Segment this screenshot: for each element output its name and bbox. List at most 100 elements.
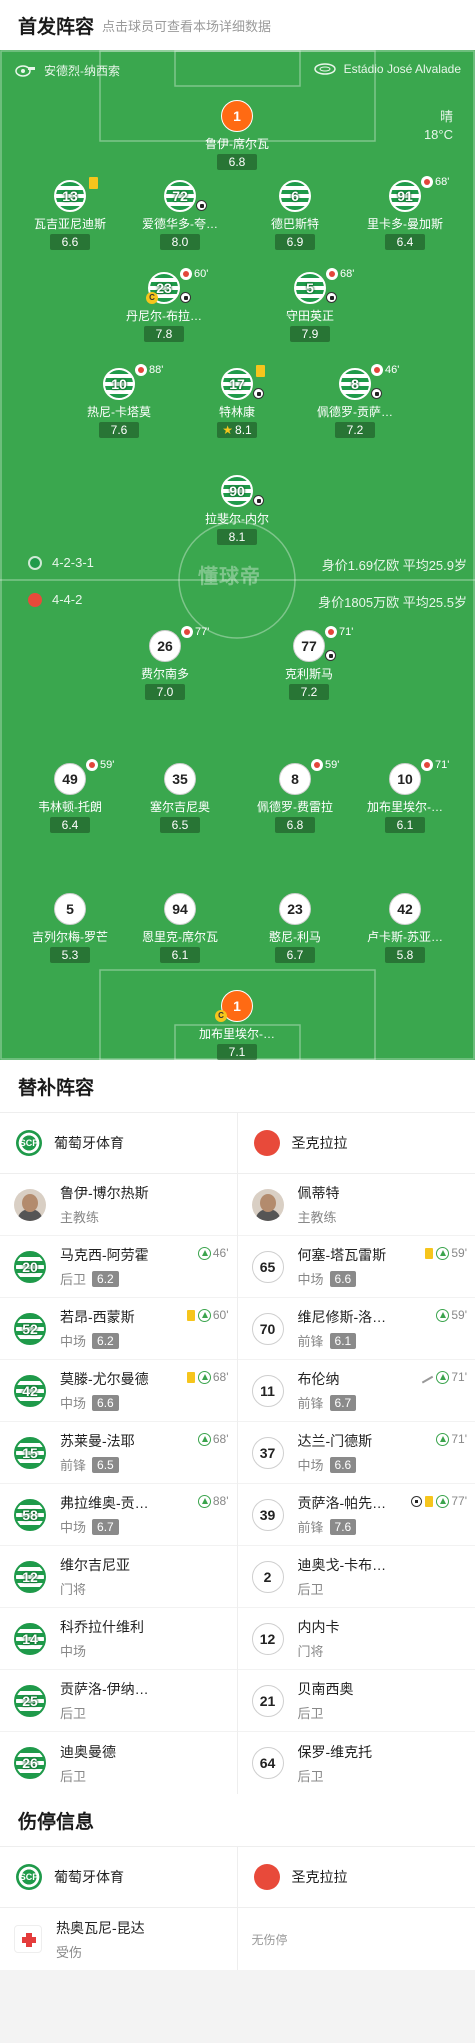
away-team-value: 身价1805万欧 平均25.5岁 bbox=[318, 595, 467, 610]
coach-role: 主教练 bbox=[60, 1210, 100, 1225]
sub-row[interactable]: 11 布伦纳 前锋 6.7 71' bbox=[237, 1360, 475, 1422]
rating-value: 8.1 bbox=[235, 423, 252, 437]
away-player[interactable]: 35 塞尔吉尼奥 6.5 bbox=[120, 763, 240, 834]
away-team-header[interactable]: 圣克拉拉 bbox=[238, 1847, 475, 1907]
player-rating: 5.8 bbox=[385, 947, 425, 963]
away-player[interactable]: 94 恩里克-席尔瓦 6.1 bbox=[120, 893, 240, 964]
away-player[interactable]: 8 59' 佩德罗-费雷拉 6.8 bbox=[235, 759, 355, 834]
sub-row[interactable]: 58 弗拉维奥-贡… 中场 6.7 88' bbox=[0, 1484, 237, 1546]
sub-name: 保罗-维克托 bbox=[297, 1743, 373, 1760]
player-rating: ★ 8.1 bbox=[217, 422, 257, 438]
home-player[interactable]: 23 60' C 丹尼尔-布拉… 7.8 bbox=[104, 268, 224, 343]
home-coach-row[interactable]: 鲁伊-博尔热斯 主教练 bbox=[0, 1174, 237, 1236]
home-formation: 4-2-3-1 bbox=[52, 555, 94, 570]
sub-row[interactable]: 52 若昂-西蒙斯 中场 6.2 60' bbox=[0, 1298, 237, 1360]
player-rating: 7.2 bbox=[289, 684, 329, 700]
sub-event: 60' bbox=[186, 1308, 229, 1322]
away-player-gk[interactable]: 1 C 加布里埃尔-… 7.1 bbox=[177, 990, 297, 1060]
goal-ball-icon bbox=[253, 495, 264, 506]
sub-row[interactable]: 42 莫滕-尤尔曼德 中场 6.6 68' bbox=[0, 1360, 237, 1422]
sub-event: 46' bbox=[197, 1246, 229, 1260]
away-team-header[interactable]: 圣克拉拉 bbox=[238, 1113, 475, 1173]
away-player[interactable]: 42 卢卡斯-苏亚… 5.8 bbox=[345, 893, 465, 964]
home-player[interactable]: 90 拉斐尔-内尔 8.1 bbox=[177, 475, 297, 546]
away-player[interactable]: 5 吉列尔梅-罗芒 5.3 bbox=[10, 893, 130, 964]
player-name: 拉斐尔-内尔 bbox=[205, 512, 269, 526]
injury-reason: 受伤 bbox=[56, 1944, 83, 1960]
away-player[interactable]: 23 憨尼-利马 6.7 bbox=[235, 893, 355, 964]
sub-row[interactable]: 15 苏莱曼-法耶 前锋 6.5 68' bbox=[0, 1422, 237, 1484]
sub-number: 15 bbox=[14, 1436, 46, 1469]
yellow-card-icon bbox=[186, 1309, 195, 1321]
home-player[interactable]: 10 88' 热尼-卡塔莫 7.6 bbox=[59, 364, 179, 439]
home-coach-name: 安德烈-纳西索 bbox=[44, 64, 120, 78]
sub-in-icon bbox=[436, 1246, 450, 1260]
avatar bbox=[14, 1188, 46, 1221]
player-rating: 6.4 bbox=[385, 234, 425, 250]
away-player[interactable]: 77 71' 克利斯马 7.2 bbox=[249, 626, 369, 701]
santa-clara-logo-icon bbox=[253, 1130, 280, 1156]
player-number: 23 bbox=[279, 893, 311, 925]
home-injury[interactable]: 热奥瓦尼-昆达 受伤 bbox=[0, 1908, 238, 1970]
sub-position: 前锋 bbox=[297, 1334, 324, 1349]
sub-row[interactable]: 37 达兰-门德斯 中场 6.6 71' bbox=[237, 1422, 475, 1484]
sub-out-icon bbox=[180, 268, 192, 280]
subs-header: 替补阵容 bbox=[0, 1060, 475, 1112]
player-name: 热尼-卡塔莫 bbox=[87, 405, 151, 419]
sub-minute: 59' bbox=[100, 759, 115, 771]
sub-row[interactable]: 20 马克西-阿劳霍 后卫 6.2 46' bbox=[0, 1236, 237, 1298]
home-player[interactable]: 13 瓦吉亚尼迪斯 6.6 bbox=[10, 177, 130, 251]
home-player[interactable]: 17 特林康 ★ 8.1 bbox=[177, 365, 297, 439]
away-player[interactable]: 10 71' 加布里埃尔-… 6.1 bbox=[345, 759, 465, 834]
away-coach-row[interactable]: 佩蒂特 主教练 bbox=[237, 1174, 475, 1236]
away-team-name: 圣克拉拉 bbox=[291, 1135, 348, 1151]
goal-ball-icon bbox=[253, 388, 264, 399]
sub-in-icon bbox=[436, 1494, 450, 1508]
sub-position: 中场 bbox=[297, 1458, 324, 1473]
sub-row[interactable]: 12 内内卡 门将 bbox=[237, 1608, 475, 1670]
sub-row[interactable]: 2 迪奥戈-卡布… 后卫 bbox=[237, 1546, 475, 1608]
home-player[interactable]: 5 68' 守田英正 7.9 bbox=[250, 268, 370, 343]
home-player[interactable]: 6 德巴斯特 6.9 bbox=[235, 180, 355, 251]
assist-ball-icon bbox=[326, 292, 337, 303]
sub-position: 中场 bbox=[297, 1272, 324, 1287]
sub-row[interactable]: 12 维尔吉尼亚 门将 bbox=[0, 1546, 237, 1608]
away-player[interactable]: 49 59' 韦林顿-托朗 6.4 bbox=[10, 759, 130, 834]
sub-name: 达兰-门德斯 bbox=[297, 1433, 373, 1449]
player-rating: 6.1 bbox=[160, 947, 200, 963]
player-name: 丹尼尔-布拉… bbox=[126, 309, 202, 323]
player-name: 加布里埃尔-… bbox=[199, 1027, 275, 1041]
sub-number: 12 bbox=[251, 1622, 284, 1655]
sub-row[interactable]: 39 贡萨洛-帕先… 前锋 7.6 77' bbox=[237, 1484, 475, 1546]
sub-row[interactable]: 70 维尼修斯-洛… 前锋 6.1 59' bbox=[237, 1298, 475, 1360]
player-number: 8 bbox=[279, 763, 311, 795]
weather-temperature: 18°C bbox=[423, 127, 453, 142]
home-player-gk[interactable]: 1 鲁伊-席尔瓦 6.8 bbox=[177, 100, 297, 171]
player-rating: 6.8 bbox=[275, 817, 315, 833]
sub-row[interactable]: 25 贡萨洛-伊纳… 后卫 bbox=[0, 1670, 237, 1732]
sub-name: 苏莱曼-法耶 bbox=[60, 1433, 135, 1449]
home-player[interactable]: 91 68' 里卡多-曼加斯 6.4 bbox=[345, 176, 465, 251]
player-name: 特林康 bbox=[218, 405, 255, 419]
yellow-card-icon bbox=[425, 1247, 434, 1259]
player-rating: 7.2 bbox=[335, 422, 375, 438]
home-player[interactable]: 8 46' 佩德罗-贡萨… 7.2 bbox=[295, 364, 415, 439]
sub-out-icon bbox=[325, 626, 337, 638]
sub-minute: 60' bbox=[212, 1308, 229, 1322]
sub-row[interactable]: 65 何塞-塔瓦雷斯 中场 6.6 59' bbox=[237, 1236, 475, 1298]
home-team-header[interactable]: SCP 葡萄牙体育 bbox=[0, 1113, 238, 1173]
sub-in-icon bbox=[436, 1370, 450, 1384]
player-name: 佩德罗-贡萨… bbox=[317, 405, 393, 419]
sub-row[interactable]: 64 保罗-维克托 后卫 bbox=[238, 1732, 475, 1794]
home-team-header[interactable]: SCP 葡萄牙体育 bbox=[0, 1847, 238, 1907]
away-player[interactable]: 26 77' 费尔南多 7.0 bbox=[105, 626, 225, 701]
yellow-card-icon bbox=[425, 1495, 434, 1507]
sub-event: 68' bbox=[186, 1370, 229, 1384]
sub-row[interactable]: 21 贝南西奥 后卫 bbox=[237, 1670, 475, 1732]
sub-event: 77' bbox=[411, 1494, 467, 1508]
sub-minute: 77' bbox=[195, 626, 210, 638]
sub-row[interactable]: 26 迪奥曼德 后卫 bbox=[0, 1732, 237, 1794]
player-number: 72 bbox=[164, 180, 196, 212]
sub-row[interactable]: 14 科乔拉什维利 中场 bbox=[0, 1608, 237, 1670]
home-player[interactable]: 72 爱德华多-夸… 8.0 bbox=[120, 180, 240, 251]
